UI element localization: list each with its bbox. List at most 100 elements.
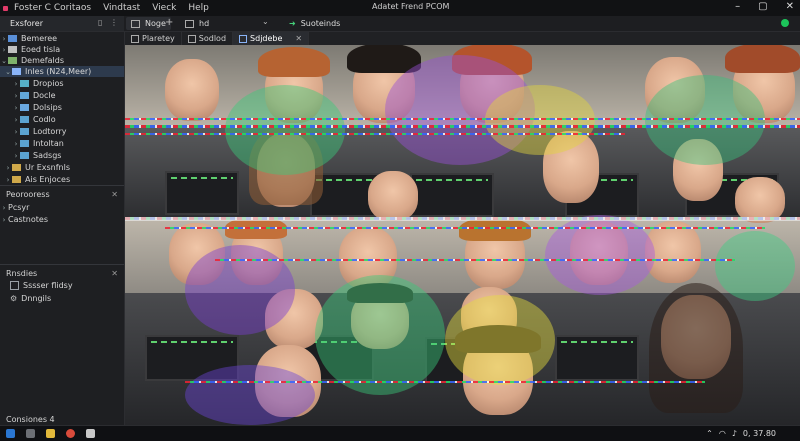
checkbox-item[interactable]: Sssser flidsy	[0, 280, 124, 291]
tab-label: hd	[199, 19, 210, 28]
section-divider	[0, 264, 124, 265]
tree-item[interactable]: › Sadsgs	[0, 150, 136, 161]
app-icon[interactable]	[86, 429, 95, 438]
chevron-right-icon: ›	[14, 103, 18, 112]
tree-item[interactable]: › Codlo	[0, 114, 136, 125]
overlay-blob	[185, 365, 315, 425]
close-icon[interactable]: ✕	[111, 190, 118, 199]
add-tab-icon[interactable]: +	[165, 17, 173, 28]
tree-item-label: Bemeree	[21, 34, 58, 43]
editor-tab-active[interactable]: Sdjdebe ✕	[233, 32, 310, 45]
status-text: Consiones 4	[6, 414, 55, 424]
browser-icon[interactable]	[66, 429, 75, 438]
sidebar-status: Consiones 4	[0, 413, 124, 425]
wifi-icon[interactable]: ◠	[719, 429, 726, 438]
close-icon[interactable]: ✕	[111, 269, 118, 278]
checkbox[interactable]	[10, 281, 19, 290]
system-tray: ⌃ ◠ ♪ 0, 37.80	[706, 429, 776, 438]
section-header[interactable]: Rnsdies ✕	[0, 267, 124, 279]
menu-help[interactable]: Help	[188, 3, 209, 13]
menu-file[interactable]: Foster C Coritaos	[14, 3, 91, 13]
chevron-right-icon: ›	[14, 151, 18, 160]
list-item[interactable]: › Castnotes	[0, 214, 124, 225]
file-icon	[20, 80, 29, 87]
overlay-blob	[715, 231, 795, 301]
tab-dropdown-icon[interactable]: ⌄	[262, 17, 269, 26]
chevron-right-icon: ›	[2, 45, 6, 54]
tree-item[interactable]: ⌄ Demefalds	[0, 55, 124, 66]
section-divider	[0, 185, 124, 186]
taskbar: ⌃ ◠ ♪ 0, 37.80	[0, 425, 800, 441]
tree-item[interactable]: › Eoed tisla	[0, 44, 124, 55]
network-icon[interactable]: ⌃	[706, 429, 713, 438]
glitch-line	[125, 133, 625, 135]
more-icon[interactable]: ⋮	[110, 18, 118, 27]
file-icon	[20, 92, 29, 99]
editor-tabs: Plaretey Sodlod Sdjdebe ✕	[125, 32, 800, 45]
tab-hd[interactable]: hd	[180, 17, 214, 30]
sidebar-title: Exsforer	[10, 19, 43, 28]
new-file-icon[interactable]: ▯	[98, 18, 102, 27]
section-header[interactable]: Peorooress ✕	[0, 188, 124, 200]
overlay-blob	[485, 85, 595, 155]
tree-item-selected[interactable]: ⌄ Inles (N24,Meer)	[0, 66, 124, 77]
tree-item-label: Docle	[33, 91, 56, 100]
chevron-down-icon: ⌄	[1, 56, 7, 65]
folder-icon	[12, 164, 21, 171]
arrow-icon: ➜	[289, 19, 296, 28]
editor-tab-label: Sdjdebe	[250, 34, 283, 43]
chevron-down-icon: ⌄	[5, 67, 11, 76]
monitor-image	[165, 171, 239, 215]
maximize-icon[interactable]: ▢	[758, 1, 767, 12]
editor-tab-label: Sodlod	[198, 34, 227, 43]
tree-item[interactable]: › Dolsips	[0, 102, 136, 113]
tab-label: Noge	[145, 19, 166, 28]
chevron-right-icon: ›	[14, 127, 18, 136]
chevron-right-icon: ›	[2, 215, 6, 224]
image-icon	[131, 34, 139, 43]
tree-item[interactable]: › Docle	[0, 90, 136, 101]
glitch-line	[125, 118, 800, 120]
chevron-right-icon: ›	[6, 175, 10, 184]
tab-label: Suoteinds	[300, 19, 341, 28]
clock[interactable]: 0, 37.80	[743, 429, 776, 438]
list-item-label: Castnotes	[8, 215, 48, 224]
image-icon	[187, 34, 196, 43]
chevron-right-icon: ›	[14, 139, 18, 148]
tree-item[interactable]: › Ur Exsnfnls	[0, 162, 128, 173]
image-viewer[interactable]	[125, 45, 800, 425]
volume-icon[interactable]: ♪	[732, 429, 737, 438]
tree-item[interactable]: › Ais Enjoces	[0, 174, 128, 185]
minimize-icon[interactable]: –	[735, 1, 740, 12]
menu-window[interactable]: Vieck	[152, 3, 176, 13]
face-image	[368, 171, 418, 221]
search-icon[interactable]	[26, 429, 35, 438]
tree-item[interactable]: › Bemeree	[0, 33, 124, 44]
editor-tab[interactable]: Plaretey	[125, 32, 182, 45]
folder-icon[interactable]	[46, 429, 55, 438]
menu-view[interactable]: Vindtast	[103, 3, 140, 13]
tree-item[interactable]: › Lodtorry	[0, 126, 136, 137]
image-icon	[131, 19, 140, 28]
face-image	[165, 59, 219, 121]
file-icon	[20, 128, 29, 135]
chevron-right-icon: ›	[2, 34, 6, 43]
list-item[interactable]: ⚙ Dnngils	[0, 293, 124, 304]
tab-suoteinds[interactable]: ➜ Suoteinds	[284, 17, 345, 30]
overlay-blob	[445, 295, 555, 385]
file-icon	[20, 104, 29, 111]
start-icon[interactable]	[6, 429, 15, 438]
file-icon	[20, 140, 29, 147]
chevron-right-icon: ›	[2, 203, 6, 212]
image-icon	[239, 34, 248, 43]
chevron-right-icon: ›	[14, 115, 18, 124]
chevron-right-icon: ›	[6, 163, 10, 172]
tree-item[interactable]: › Dropios	[0, 78, 136, 89]
list-item[interactable]: › Pcsyr	[0, 202, 124, 213]
tree-item[interactable]: › Intoltan	[0, 138, 136, 149]
close-tab-icon[interactable]: ✕	[295, 34, 302, 43]
editor-tab[interactable]: Sodlod	[182, 32, 234, 45]
toolbar-row: Exsforer ▯ ⋮ Noge + hd ⌄ ➜ Suoteinds	[0, 16, 800, 32]
tree-item-label: Sadsgs	[33, 151, 62, 160]
close-icon[interactable]: ✕	[786, 1, 794, 12]
